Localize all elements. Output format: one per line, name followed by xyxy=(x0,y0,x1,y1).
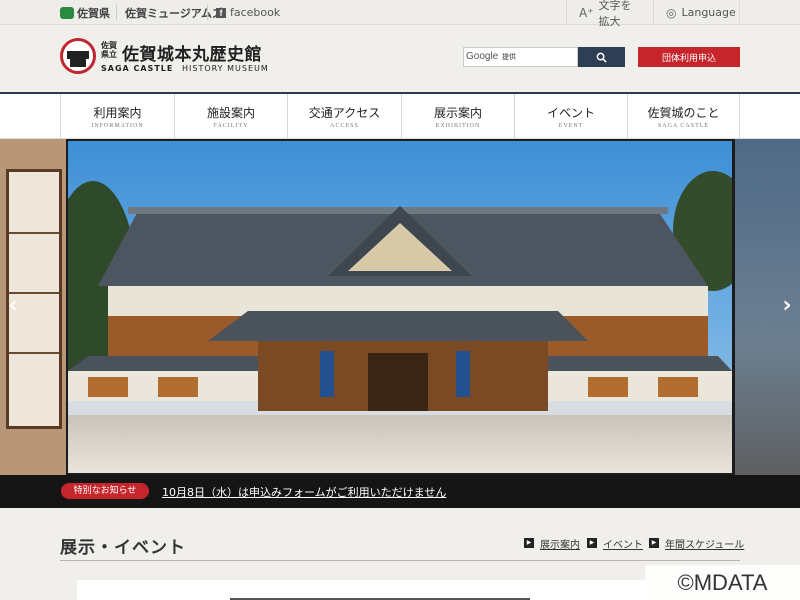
nav-item-access[interactable]: 交通アクセス ACCESS xyxy=(287,94,401,139)
nav-item-information[interactable]: 利用案内 INFORMATION xyxy=(60,94,174,139)
notice-badge: 特別なお知らせ xyxy=(61,483,149,499)
section-title: 展示・イベント xyxy=(60,538,186,558)
saga-prefecture-logo-icon xyxy=(60,6,74,19)
link-label: 年間スケジュール xyxy=(665,539,745,551)
globe-icon: ◎ xyxy=(666,5,677,20)
link-label: 展示案内 xyxy=(540,539,580,551)
nav-item-label: イベント xyxy=(546,106,595,120)
event-link[interactable]: ▶ イベント xyxy=(587,536,643,551)
font-size-button[interactable]: A⁺ 文字を拡大 xyxy=(566,0,653,28)
top-utility-bar: 佐賀県 佐賀ミュージアムズ f facebook A⁺ 文字を拡大 ◎ Lang… xyxy=(0,0,800,28)
nav-item-sublabel: EVENT xyxy=(558,123,584,129)
site-name: 佐賀城本丸歴史館 xyxy=(122,45,262,65)
nav-item-label: 展示案内 xyxy=(433,106,482,120)
saga-museums-link[interactable]: 佐賀ミュージアムズ xyxy=(125,0,223,25)
section-divider xyxy=(60,560,740,561)
saga-prefecture-label: 佐賀県 xyxy=(77,6,110,20)
hero-next-button[interactable]: › xyxy=(777,294,797,318)
facebook-label: facebook xyxy=(230,6,281,19)
search-button[interactable] xyxy=(578,47,625,67)
watermark: ©MDATA xyxy=(645,565,800,600)
nav-item-sublabel: EXHIBITION xyxy=(435,123,481,129)
logo-english-bold: SAGA CASTLE xyxy=(101,64,174,73)
nav-item-label: 利用案内 xyxy=(93,106,142,120)
chevron-right-icon: › xyxy=(782,293,792,318)
site-search-input[interactable] xyxy=(463,47,578,67)
nav-item-facility[interactable]: 施設案内 FACILITY xyxy=(174,94,287,139)
facebook-link[interactable]: f facebook xyxy=(216,0,280,25)
global-nav: 利用案内 INFORMATION 施設案内 FACILITY 交通アクセス AC… xyxy=(0,92,800,139)
triangle-right-icon: ▶ xyxy=(524,538,534,548)
hero-slider: ‹ › xyxy=(0,139,800,475)
link-label: イベント xyxy=(603,539,643,551)
event-card[interactable] xyxy=(77,580,647,600)
nav-item-sublabel: ACCESS xyxy=(330,123,359,129)
saga-museums-label: 佐賀ミュージアムズ xyxy=(125,6,224,20)
divider xyxy=(116,5,117,20)
site-header: 佐賀県立 佐賀城本丸歴史館 SAGA CASTLE HISTORY MUSEUM… xyxy=(0,26,800,92)
special-notice-bar: 特別なお知らせ 10月8日（水）は申込みフォームがご利用いただけません xyxy=(0,475,800,508)
nav-item-saga-castle[interactable]: 佐賀城のこと SAGA CASTLE xyxy=(627,94,740,139)
font-size-label: 文字を拡大 xyxy=(598,0,632,28)
search-icon xyxy=(596,52,607,63)
nav-item-exhibition[interactable]: 展示案内 EXHIBITION xyxy=(401,94,514,139)
exhibition-guide-link[interactable]: ▶ 展示案内 xyxy=(524,536,580,551)
facebook-icon: f xyxy=(216,7,226,18)
triangle-right-icon: ▶ xyxy=(587,538,597,548)
saga-prefecture-link[interactable]: 佐賀県 xyxy=(60,0,110,25)
nav-item-label: 佐賀城のこと xyxy=(647,106,720,120)
nav-item-event[interactable]: イベント EVENT xyxy=(514,94,627,139)
castle-logo-icon xyxy=(60,38,96,74)
triangle-right-icon: ▶ xyxy=(649,538,659,548)
nav-item-label: 交通アクセス xyxy=(308,106,381,120)
nav-item-sublabel: SAGA CASTLE xyxy=(657,123,710,129)
hero-castle-image xyxy=(68,141,732,473)
chevron-left-icon: ‹ xyxy=(8,293,18,318)
logo-english-light: HISTORY MUSEUM xyxy=(182,64,269,73)
hero-prev-button[interactable]: ‹ xyxy=(3,294,23,318)
language-label: Language xyxy=(681,6,736,19)
nav-item-label: 施設案内 xyxy=(206,106,255,120)
font-enlarge-icon: A⁺ xyxy=(579,5,594,20)
nav-item-sublabel: INFORMATION xyxy=(91,123,144,129)
group-booking-button[interactable]: 団体利用申込 xyxy=(638,47,740,67)
notice-link[interactable]: 10月8日（水）は申込みフォームがご利用いただけません xyxy=(162,484,446,500)
logo-prefectural-label: 佐賀県立 xyxy=(101,41,117,59)
nav-item-sublabel: FACILITY xyxy=(213,123,249,129)
language-button[interactable]: ◎ Language xyxy=(653,0,740,25)
annual-schedule-link[interactable]: ▶ 年間スケジュール xyxy=(649,536,745,551)
divider xyxy=(207,5,208,20)
